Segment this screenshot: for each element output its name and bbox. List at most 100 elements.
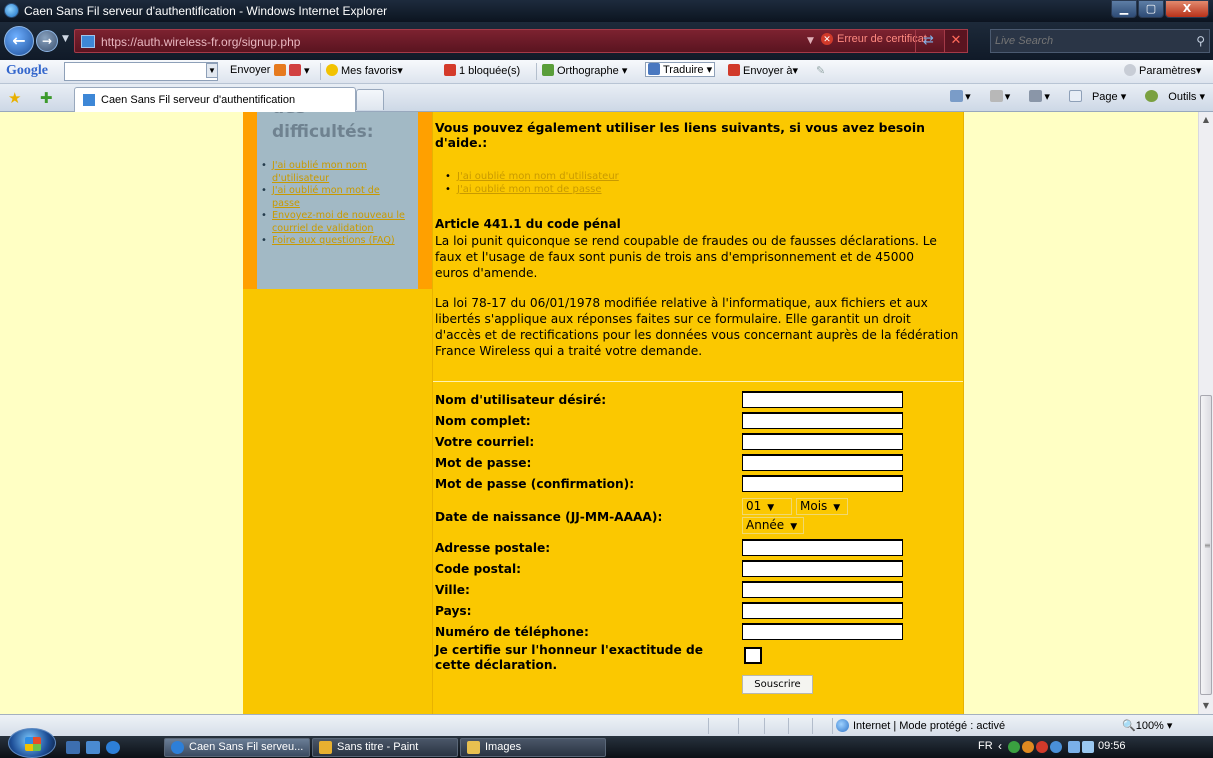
gear-icon: [1145, 90, 1159, 102]
phone-field[interactable]: [742, 623, 903, 640]
print-button[interactable]: ▾: [1021, 90, 1050, 103]
volume-icon[interactable]: [1082, 741, 1094, 753]
envoyer-button[interactable]: Envoyer: [230, 64, 270, 76]
forgot-password-link[interactable]: J'ai oublié mon mot de passe: [272, 185, 380, 209]
address-dropdown-icon[interactable]: ▼: [807, 36, 814, 46]
recent-pages-dropdown-icon[interactable]: ▼: [62, 34, 69, 44]
send-to-button[interactable]: Envoyer à▾: [728, 64, 798, 77]
username-field[interactable]: [742, 391, 903, 408]
start-button[interactable]: [8, 728, 56, 758]
tools-menu[interactable]: Outils ▾: [1137, 90, 1205, 103]
search-icon[interactable]: ⚲: [1196, 34, 1205, 48]
faq-link[interactable]: Foire aux questions (FAQ): [272, 235, 395, 246]
address-bar[interactable]: https://auth.wireless-fr.org/signup.php …: [74, 29, 946, 53]
zoom-control[interactable]: 🔍100% ▾: [1122, 719, 1172, 732]
ie-quicklaunch-icon[interactable]: [106, 741, 120, 754]
tray-app-icon[interactable]: [1008, 741, 1020, 753]
settings-button[interactable]: Paramètres▾: [1124, 64, 1201, 77]
password-field[interactable]: [742, 454, 903, 471]
shield-error-icon: ✕: [821, 33, 833, 45]
pencil-icon[interactable]: ✎: [816, 64, 825, 77]
help-forgot-password-link[interactable]: J'ai oublié mon mot de passe: [457, 184, 602, 195]
feeds-button[interactable]: ▾: [982, 90, 1010, 103]
taskbar-item-images[interactable]: Images: [460, 738, 606, 757]
address-label: Adresse postale:: [435, 541, 551, 555]
birth-day-select[interactable]: 01 ▼: [742, 498, 792, 515]
status-bar: Internet | Mode protégé : activé 🔍100% ▾: [0, 714, 1213, 736]
new-tab-button[interactable]: [356, 89, 384, 110]
article-title: Article 441.1 du code pénal: [435, 217, 621, 231]
taskbar-item-ie[interactable]: Caen Sans Fil serveu...: [164, 738, 310, 757]
scroll-down-icon[interactable]: ▼: [1199, 698, 1213, 714]
google-search-input[interactable]: [64, 62, 218, 81]
language-indicator[interactable]: FR: [978, 740, 993, 752]
city-field[interactable]: [742, 581, 903, 598]
home-icon: [950, 90, 964, 102]
forgot-username-link[interactable]: J'ai oublié mon nom d'utilisateur: [272, 160, 367, 184]
birth-month-select[interactable]: Mois ▼: [796, 498, 848, 515]
switch-windows-icon[interactable]: [86, 741, 100, 754]
taskbar-item-paint[interactable]: Sans titre - Paint: [312, 738, 458, 757]
network-icon[interactable]: [1050, 741, 1062, 753]
tray-expand-icon[interactable]: ‹: [998, 739, 1002, 753]
clock[interactable]: 09:56: [1098, 740, 1126, 752]
fullname-label: Nom complet:: [435, 414, 531, 428]
help-forgot-username-link[interactable]: J'ai oublié mon nom d'utilisateur: [457, 171, 619, 182]
google-search-dropdown-icon[interactable]: ▼: [206, 63, 218, 78]
scrollbar-thumb[interactable]: ≡: [1200, 395, 1212, 695]
refresh-button[interactable]: ⇄: [915, 30, 941, 52]
sidebar-title-partial: des: [272, 112, 306, 118]
email-label: Votre courriel:: [435, 435, 535, 449]
password-label: Mot de passe:: [435, 456, 532, 470]
address-field[interactable]: [742, 539, 903, 556]
city-label: Ville:: [435, 583, 470, 597]
toolbar-separator: [320, 63, 321, 80]
spellcheck-button[interactable]: Orthographe ▾: [542, 64, 627, 77]
country-field[interactable]: [742, 602, 903, 619]
certificate-error[interactable]: ✕ Erreur de certificat: [821, 33, 927, 49]
status-divider: [738, 718, 739, 734]
page-menu[interactable]: Page ▾: [1061, 90, 1126, 103]
minimize-button[interactable]: ▁: [1111, 0, 1137, 18]
security-zone[interactable]: Internet | Mode protégé : activé: [836, 719, 1005, 732]
submit-button[interactable]: Souscrire: [742, 675, 813, 694]
favorites-center-icon[interactable]: ★: [8, 89, 21, 107]
username-row: Nom d'utilisateur désiré:: [435, 391, 915, 411]
fullname-field[interactable]: [742, 412, 903, 429]
favorites-button[interactable]: Mes favoris▾: [326, 64, 403, 77]
search-box[interactable]: ⚲: [990, 29, 1210, 53]
taskbar-item-label: Sans titre - Paint: [337, 741, 419, 753]
email-field[interactable]: [742, 433, 903, 450]
resend-validation-link[interactable]: Envoyez-moi de nouveau le courriel de va…: [272, 210, 405, 234]
tray-app-icon[interactable]: [1036, 741, 1048, 753]
battery-icon[interactable]: [1068, 741, 1080, 753]
close-button[interactable]: X: [1165, 0, 1209, 18]
url-text[interactable]: https://auth.wireless-fr.org/signup.php: [101, 35, 300, 49]
add-favorite-icon[interactable]: ✚: [40, 89, 53, 107]
tab-active[interactable]: Caen Sans Fil serveur d'authentification: [74, 87, 356, 112]
certify-checkbox[interactable]: [744, 647, 762, 664]
tools-menu-label: Outils ▾: [1168, 91, 1205, 103]
tray-app-icon[interactable]: [1022, 741, 1034, 753]
forward-button[interactable]: →: [36, 30, 58, 52]
share-icon[interactable]: ▾: [274, 64, 310, 77]
zip-field[interactable]: [742, 560, 903, 577]
password-confirm-field[interactable]: [742, 475, 903, 492]
stop-button[interactable]: ✕: [944, 29, 968, 53]
popup-blocked-label: 1 bloquée(s): [459, 65, 521, 77]
popup-blocker-button[interactable]: 1 bloquée(s): [444, 64, 520, 77]
print-icon: [1029, 90, 1043, 102]
password-row: Mot de passe:: [435, 454, 915, 474]
translate-button[interactable]: Traduire ▾: [645, 62, 716, 77]
maximize-button[interactable]: ▢: [1138, 0, 1164, 18]
search-input[interactable]: [991, 30, 1171, 52]
scroll-up-icon[interactable]: ▲: [1199, 112, 1213, 128]
show-desktop-icon[interactable]: [66, 741, 80, 754]
birth-year-select[interactable]: Année ▼: [742, 517, 804, 534]
email-row: Votre courriel:: [435, 433, 915, 453]
back-button[interactable]: ←: [4, 26, 34, 56]
home-button[interactable]: ▾: [942, 90, 971, 103]
phone-label: Numéro de téléphone:: [435, 625, 589, 639]
vertical-scrollbar[interactable]: ▲ ≡ ▼: [1198, 112, 1213, 714]
sidebar-title: difficultés:: [272, 122, 374, 142]
